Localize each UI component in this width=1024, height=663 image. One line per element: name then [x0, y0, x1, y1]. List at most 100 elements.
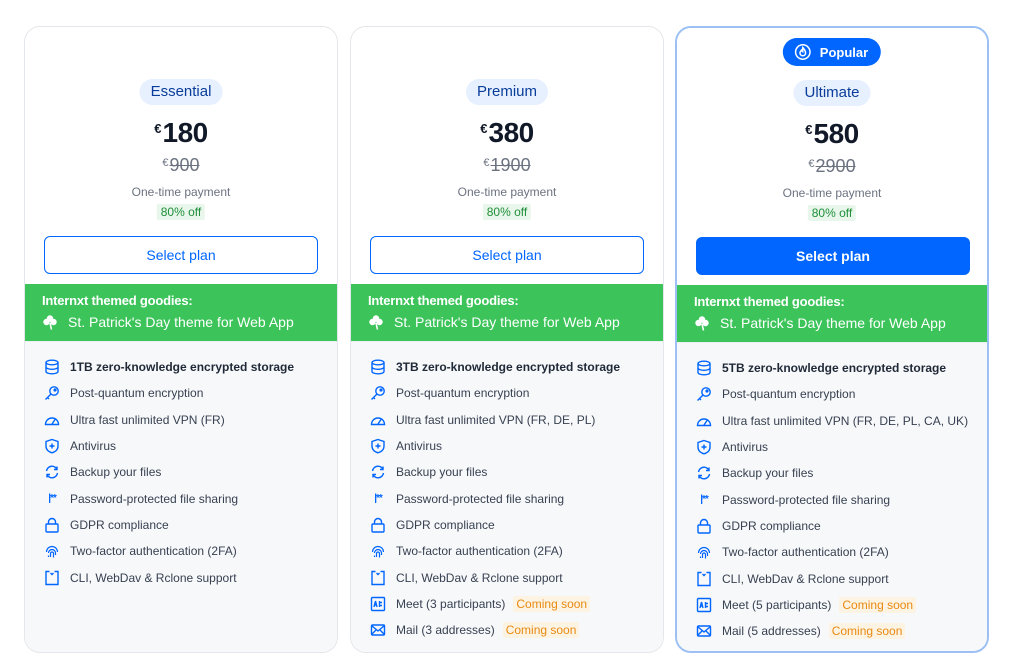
payment-type: One-time payment	[457, 185, 557, 199]
feature-item: Post-quantum encryption	[25, 380, 337, 406]
password-icon: |**	[48, 492, 57, 504]
plan-header: Popular Ultimate €580 €2900 One-time pay…	[677, 28, 987, 285]
feature-label: CLI, WebDav & Rclone support	[396, 570, 563, 585]
fingerprint-icon	[371, 546, 385, 558]
coming-soon-badge: Coming soon	[502, 622, 580, 639]
feature-item: Meet (3 participants) Coming soon	[351, 591, 663, 617]
clover-icon	[43, 315, 57, 330]
feature-item: Backup your files	[25, 459, 337, 485]
feature-item: Two-factor authentication (2FA)	[677, 539, 987, 565]
meet-icon	[370, 596, 386, 612]
feature-label: Meet (3 participants)	[396, 596, 506, 611]
price: €580	[677, 118, 987, 150]
feature-item: |** Password-protected file sharing	[677, 486, 987, 512]
feature-item: Post-quantum encryption	[677, 381, 987, 407]
feature-label: Antivirus	[396, 439, 443, 454]
database-icon	[697, 360, 711, 376]
plan-card-premium: Premium €380 €1900 One-time payment 80% …	[350, 26, 664, 653]
currency-symbol: €	[805, 122, 813, 137]
goodies-title: Internxt themed goodies:	[42, 293, 193, 308]
sync-icon	[45, 465, 59, 479]
goodies-item-label: St. Patrick's Day theme for Web App	[68, 314, 294, 330]
coming-soon-badge: Coming soon	[839, 596, 917, 613]
goodies-title: Internxt themed goodies:	[694, 294, 845, 309]
feature-label: Mail (5 addresses)	[722, 624, 821, 639]
terminal-icon	[45, 570, 59, 585]
price-amount: 380	[488, 117, 535, 148]
goodies-banner: Internxt themed goodies: St. Patrick's D…	[677, 285, 987, 342]
mail-icon	[696, 625, 712, 637]
feature-item: Antivirus	[25, 433, 337, 459]
shield-plus-icon	[45, 438, 59, 454]
plan-card-ultimate: Popular Ultimate €580 €2900 One-time pay…	[675, 26, 989, 653]
fingerprint-icon	[697, 547, 711, 559]
select-plan-button[interactable]: Select plan	[44, 236, 318, 274]
currency-symbol: €	[480, 121, 488, 136]
feature-label: Backup your files	[722, 466, 814, 481]
goodies-item-label: St. Patrick's Day theme for Web App	[394, 314, 620, 330]
database-icon	[371, 359, 385, 375]
lock-icon	[45, 517, 59, 533]
speedometer-icon	[696, 418, 712, 426]
feature-list: 5TB zero-knowledge encrypted storage Pos…	[677, 342, 987, 651]
price-amount: 580	[813, 118, 860, 149]
select-plan-button[interactable]: Select plan	[370, 236, 644, 274]
feature-item: GDPR compliance	[677, 513, 987, 539]
currency-symbol: €	[154, 121, 162, 136]
mail-icon	[370, 624, 386, 636]
feature-label: Post-quantum encryption	[70, 386, 204, 401]
feature-label: Mail (3 addresses)	[396, 623, 495, 638]
feature-list: 1TB zero-knowledge encrypted storage Pos…	[25, 341, 337, 652]
fingerprint-icon	[45, 546, 59, 558]
popular-badge: Popular	[782, 38, 882, 66]
flame-icon	[794, 44, 811, 60]
feature-label: Backup your files	[396, 465, 488, 480]
plan-name: Essential	[139, 79, 223, 105]
original-price-amount: 900	[169, 155, 200, 175]
feature-item: Meet (5 participants) Coming soon	[677, 592, 987, 618]
feature-item: Mail (5 addresses) Coming soon	[677, 618, 987, 644]
feature-label: GDPR compliance	[722, 518, 821, 533]
feature-item: Mail (3 addresses) Coming soon	[351, 617, 663, 643]
feature-item: CLI, WebDav & Rclone support	[351, 564, 663, 590]
feature-label: Two-factor authentication (2FA)	[396, 544, 563, 559]
feature-label: Antivirus	[722, 440, 769, 455]
currency-symbol: €	[162, 157, 169, 169]
key-icon	[45, 386, 59, 401]
price-amount: 180	[162, 117, 209, 148]
feature-item: GDPR compliance	[351, 512, 663, 538]
feature-label: CLI, WebDav & Rclone support	[722, 571, 889, 586]
feature-item: 3TB zero-knowledge encrypted storage	[351, 354, 663, 380]
goodies-banner: Internxt themed goodies: St. Patrick's D…	[25, 284, 337, 341]
original-price: €900	[25, 155, 337, 176]
feature-label: Backup your files	[70, 465, 162, 480]
feature-label: 1TB zero-knowledge encrypted storage	[70, 360, 295, 375]
feature-item: Ultra fast unlimited VPN (FR)	[25, 407, 337, 433]
lock-icon	[697, 518, 711, 534]
feature-item: 5TB zero-knowledge encrypted storage	[677, 355, 987, 381]
goodies-item: St. Patrick's Day theme for Web App	[694, 315, 987, 331]
password-icon: |**	[700, 493, 709, 505]
currency-symbol: €	[483, 157, 490, 169]
shield-plus-icon	[697, 439, 711, 455]
feature-label: Password-protected file sharing	[396, 491, 565, 506]
feature-item: Backup your files	[351, 459, 663, 485]
original-price-amount: 2900	[815, 156, 856, 176]
plan-name: Ultimate	[793, 80, 871, 106]
key-icon	[697, 387, 711, 402]
clover-icon	[369, 315, 383, 330]
password-icon: |**	[374, 492, 383, 504]
goodies-item: St. Patrick's Day theme for Web App	[42, 314, 337, 330]
feature-label: Post-quantum encryption	[396, 386, 530, 401]
shield-plus-icon	[371, 438, 385, 454]
feature-label: Ultra fast unlimited VPN (FR, DE, PL)	[396, 412, 596, 427]
feature-label: Password-protected file sharing	[722, 492, 891, 507]
plan-card-essential: Essential €180 €900 One-time payment 80%…	[24, 26, 338, 653]
discount-badge: 80% off	[482, 204, 532, 220]
feature-item: Antivirus	[351, 433, 663, 459]
goodies-banner: Internxt themed goodies: St. Patrick's D…	[351, 284, 663, 341]
feature-item: CLI, WebDav & Rclone support	[677, 565, 987, 591]
feature-item: Post-quantum encryption	[351, 380, 663, 406]
select-plan-button[interactable]: Select plan	[696, 237, 970, 275]
speedometer-icon	[44, 417, 60, 425]
